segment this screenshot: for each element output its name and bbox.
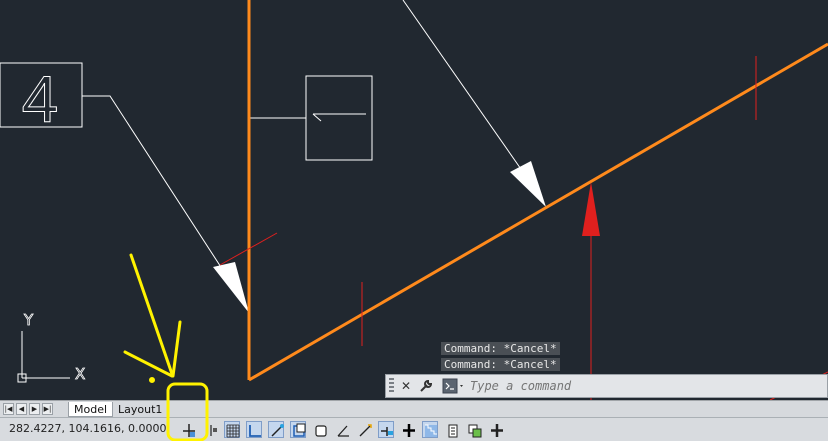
tag-label: 4 bbox=[22, 62, 59, 136]
command-history-line-2: Command: *Cancel* bbox=[441, 358, 560, 371]
dynamic-ucs-button[interactable] bbox=[356, 421, 372, 438]
autocad-window: 4 Y X Command: *Cancel* Command: *Cancel… bbox=[0, 0, 828, 441]
infer-constraints-button[interactable] bbox=[180, 421, 196, 438]
first-tab-icon[interactable]: |◀ bbox=[3, 403, 14, 415]
layout-tab-bar: |◀ ◀ ▶ ▶| Model Layout1 bbox=[0, 400, 828, 417]
command-input[interactable] bbox=[470, 377, 820, 395]
command-line-grip[interactable] bbox=[389, 378, 394, 394]
transparency-button[interactable] bbox=[422, 421, 438, 438]
ucs-y-label: Y bbox=[23, 311, 34, 329]
ortho-mode-button[interactable] bbox=[246, 421, 262, 438]
highlight-annotation bbox=[123, 253, 182, 383]
quick-properties-button[interactable] bbox=[444, 421, 460, 438]
selection-cycling-button[interactable] bbox=[466, 421, 482, 438]
command-prompt-icon[interactable] bbox=[442, 378, 466, 394]
polar-tracking-button[interactable] bbox=[268, 421, 284, 438]
leader-arrowhead-top bbox=[510, 161, 546, 207]
tab-model[interactable]: Model bbox=[68, 402, 114, 417]
object-snap-tracking-button[interactable] bbox=[334, 421, 350, 438]
leader-line-left[interactable] bbox=[82, 95, 229, 279]
tab-layout1[interactable]: Layout1 bbox=[113, 402, 167, 417]
leader-arrowhead-left bbox=[213, 262, 249, 313]
orange-sloped-line[interactable] bbox=[248, 42, 828, 382]
weld-symbol-box[interactable] bbox=[305, 75, 373, 161]
dynamic-input-button[interactable] bbox=[378, 421, 394, 438]
command-history-line-1: Command: *Cancel* bbox=[441, 342, 560, 355]
grid-display-button[interactable] bbox=[224, 421, 240, 438]
drawing-canvas[interactable]: 4 Y X bbox=[0, 0, 828, 400]
lineweight-button[interactable] bbox=[400, 421, 416, 438]
object-snap-button[interactable] bbox=[290, 421, 306, 438]
last-tab-icon[interactable]: ▶| bbox=[42, 403, 53, 415]
wrench-icon[interactable] bbox=[418, 378, 434, 394]
previous-tab-icon[interactable]: ◀ bbox=[16, 403, 27, 415]
coordinate-readout[interactable]: 282.4227, 104.1616, 0.0000 bbox=[9, 422, 166, 435]
red-arrowhead bbox=[582, 182, 600, 236]
close-icon[interactable]: ✕ bbox=[398, 378, 414, 394]
3d-object-snap-button[interactable] bbox=[312, 421, 328, 438]
next-tab-icon[interactable]: ▶ bbox=[29, 403, 40, 415]
leader-line-top[interactable] bbox=[402, 0, 524, 173]
ucs-x-label: X bbox=[75, 365, 85, 383]
command-line: ✕ bbox=[385, 374, 828, 398]
annotation-monitor-button[interactable] bbox=[488, 421, 504, 438]
snap-mode-button[interactable] bbox=[204, 421, 220, 438]
weld-symbol-tick bbox=[312, 113, 322, 122]
status-bar: 282.4227, 104.1616, 0.0000 bbox=[0, 417, 828, 441]
